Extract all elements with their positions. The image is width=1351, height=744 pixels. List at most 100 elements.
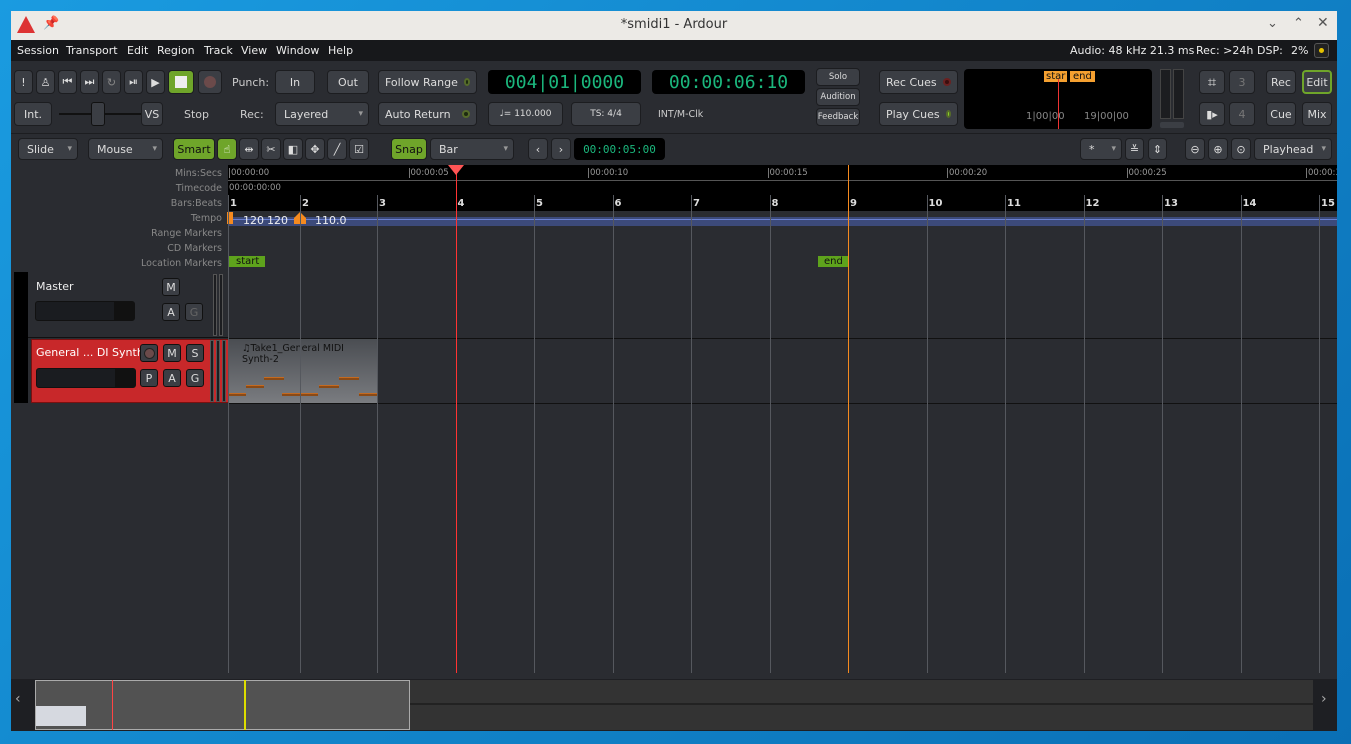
shrink-tracks-icon[interactable]: ≚ [1125,138,1144,160]
zoom-to-session-icon[interactable]: ⊙ [1231,138,1251,160]
grid-type-dropdown[interactable]: Bar [430,138,514,160]
punch-in-button[interactable]: In [275,70,315,94]
nudge-forward-icon[interactable]: › [551,138,571,160]
menu-help[interactable]: Help [328,44,353,57]
goto-end-icon[interactable]: ⏭ [80,70,99,94]
snap-button[interactable]: Snap [391,138,427,160]
summary-viewport[interactable] [35,680,410,730]
maximize-icon[interactable]: ⌃ [1293,16,1304,31]
track-header-midi[interactable]: General ... DI Synth M S P A G [31,339,238,403]
punch-out-button[interactable]: Out [327,70,369,94]
menu-region[interactable]: Region [157,44,195,57]
expand-tracks-icon[interactable]: ⇕ [1148,138,1167,160]
grab-tool-icon[interactable]: ☝ [217,138,237,160]
end-marker[interactable]: end [818,256,849,267]
audition-tool-icon[interactable]: ✥ [305,138,325,160]
track-name[interactable]: Master [36,280,74,293]
midi-region[interactable]: ♫Take1_General MIDI Synth-2 [228,339,377,403]
automation-button[interactable]: A [163,369,181,387]
menu-view[interactable]: View [241,44,267,57]
int-button[interactable]: Int. [14,102,52,126]
goto-start-icon[interactable]: ⏮ [58,70,77,94]
track-name[interactable]: General ... DI Synth [36,346,144,359]
secondary-clock[interactable]: 00:00:06:10 [652,70,805,94]
mini-start-marker[interactable]: star [1044,71,1068,82]
midi-note[interactable] [339,377,359,380]
stop-button[interactable] [168,70,194,94]
gain-fader[interactable] [36,368,136,388]
primary-clock[interactable]: 004|01|0000 [488,70,641,94]
mini-end-marker[interactable]: end [1070,71,1095,82]
playhead-handle-icon[interactable] [448,165,464,175]
menu-edit[interactable]: Edit [127,44,148,57]
midi-note[interactable] [359,393,377,396]
menu-track[interactable]: Track [204,44,233,57]
mute-button[interactable]: M [163,344,181,362]
nudge-back-icon[interactable]: ‹ [528,138,548,160]
play-range-icon[interactable]: ⏯ [124,70,143,94]
auto-return-button[interactable]: Auto Return [378,102,477,126]
midi-note[interactable] [228,393,246,396]
vs-button[interactable]: VS [141,102,163,126]
feedback-button[interactable]: Feedback [816,108,860,126]
video-icon[interactable]: ▮▸ [1199,102,1225,126]
edit-window-button[interactable]: Edit [1302,70,1332,94]
follow-range-button[interactable]: Follow Range [378,70,477,94]
meter-fader[interactable] [1160,122,1184,128]
cut-tool-icon[interactable]: ✂ [261,138,281,160]
playhead[interactable] [456,165,457,673]
playlist-button[interactable]: P [140,369,158,387]
smart-mode-button[interactable]: Smart [173,138,215,160]
play-icon[interactable]: ▶ [146,70,165,94]
draw-tool-icon[interactable]: ╱ [327,138,347,160]
solo-button[interactable]: S [186,344,204,362]
panic-icon[interactable]: ! [14,70,33,94]
group-button[interactable]: G [185,303,203,321]
midi-note[interactable] [319,385,339,388]
scroll-left-icon[interactable]: ‹ [15,691,21,707]
mute-button[interactable]: M [162,278,180,296]
editor-canvas[interactable]: ♫Take1_General MIDI Synth-2 [228,272,1337,673]
solo-button[interactable]: Solo [816,68,860,86]
mix-window-button[interactable]: Mix [1302,102,1332,126]
cue-window-button[interactable]: Cue [1266,102,1296,126]
time-signature-button[interactable]: TS: 4/4 [571,102,641,126]
nudge-clock[interactable]: 00:00:05:00 [574,138,665,160]
record-button[interactable] [198,70,222,94]
num-3-button[interactable]: 3 [1229,70,1255,94]
zoom-out-icon[interactable]: ⊖ [1185,138,1205,160]
zoom-in-icon[interactable]: ⊕ [1208,138,1228,160]
shuttle-handle[interactable] [91,102,105,126]
audition-button[interactable]: Audition [816,88,860,106]
loop-icon[interactable]: ↻ [102,70,121,94]
midi-note[interactable] [246,385,264,388]
tempo-button[interactable]: ♩= 110.000 [488,102,563,126]
minimize-icon[interactable]: ⌄ [1267,16,1278,31]
stretch-tool-icon[interactable]: ◧ [283,138,303,160]
mini-timeline[interactable]: star end 1|00|00 19|00|00 [964,69,1152,129]
rec-enable-button[interactable] [140,344,158,362]
ripple-mode-dropdown[interactable]: Mouse [88,138,163,160]
menu-window[interactable]: Window [276,44,319,57]
automation-button[interactable]: A [162,303,180,321]
rec-mode-dropdown[interactable]: Layered [275,102,369,126]
edit-mode-dropdown[interactable]: Slide [18,138,78,160]
rec-window-button[interactable]: Rec [1266,70,1296,94]
group-button[interactable]: G [186,369,204,387]
close-icon[interactable]: ✕ [1317,15,1329,31]
num-4-button[interactable]: 4 [1229,102,1255,126]
track-header-master[interactable]: Master M A G [28,272,235,338]
midi-note[interactable] [264,377,284,380]
zoom-focus-dropdown[interactable]: Playhead [1254,138,1332,160]
dsp-indicator-icon[interactable] [1314,43,1329,58]
rec-cues-button[interactable]: Rec Cues [879,70,958,94]
scroll-right-icon[interactable]: › [1321,691,1327,707]
menu-session[interactable]: Session [17,44,59,57]
range-tool-icon[interactable]: ⇹ [239,138,259,160]
metronome-icon[interactable]: ♙ [36,70,55,94]
play-cues-button[interactable]: Play Cues [879,102,958,126]
content-tool-icon[interactable]: ☑ [349,138,369,160]
gain-fader[interactable] [35,301,135,321]
visible-tracks-dropdown[interactable]: * [1080,138,1122,160]
crop-icon[interactable]: ⌗ [1199,70,1225,94]
